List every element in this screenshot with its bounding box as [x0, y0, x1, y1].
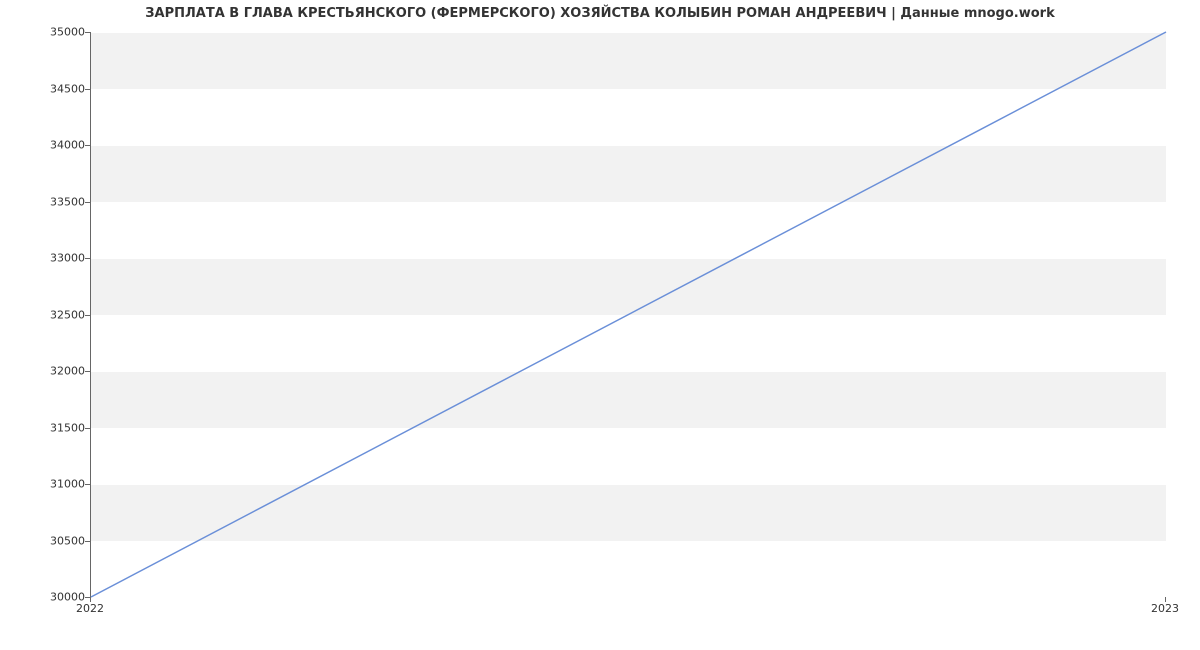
y-tick-mark: [85, 145, 90, 146]
x-tick-mark: [90, 597, 91, 602]
data-line: [91, 32, 1166, 597]
x-tick-mark: [1165, 597, 1166, 602]
y-tick-label: 33500: [25, 195, 85, 208]
y-tick-label: 30500: [25, 534, 85, 547]
y-tick-mark: [85, 32, 90, 33]
chart-title: ЗАРПЛАТА В ГЛАВА КРЕСТЬЯНСКОГО (ФЕРМЕРСК…: [0, 6, 1200, 21]
y-tick-mark: [85, 89, 90, 90]
y-tick-mark: [85, 541, 90, 542]
y-tick-label: 31500: [25, 421, 85, 434]
x-tick-label: 2022: [76, 602, 104, 615]
plot-area: [90, 32, 1166, 598]
gridline: [91, 597, 1166, 598]
y-tick-label: 34000: [25, 139, 85, 152]
y-tick-mark: [85, 202, 90, 203]
y-tick-label: 34500: [25, 82, 85, 95]
line-layer: [91, 32, 1166, 597]
y-tick-mark: [85, 484, 90, 485]
y-tick-label: 33000: [25, 252, 85, 265]
x-tick-label: 2023: [1151, 602, 1179, 615]
y-tick-label: 32500: [25, 308, 85, 321]
chart-container: ЗАРПЛАТА В ГЛАВА КРЕСТЬЯНСКОГО (ФЕРМЕРСК…: [0, 0, 1200, 650]
y-tick-label: 32000: [25, 365, 85, 378]
y-tick-label: 35000: [25, 26, 85, 39]
y-tick-mark: [85, 315, 90, 316]
y-tick-mark: [85, 371, 90, 372]
y-tick-mark: [85, 428, 90, 429]
y-tick-mark: [85, 258, 90, 259]
y-tick-label: 31000: [25, 478, 85, 491]
